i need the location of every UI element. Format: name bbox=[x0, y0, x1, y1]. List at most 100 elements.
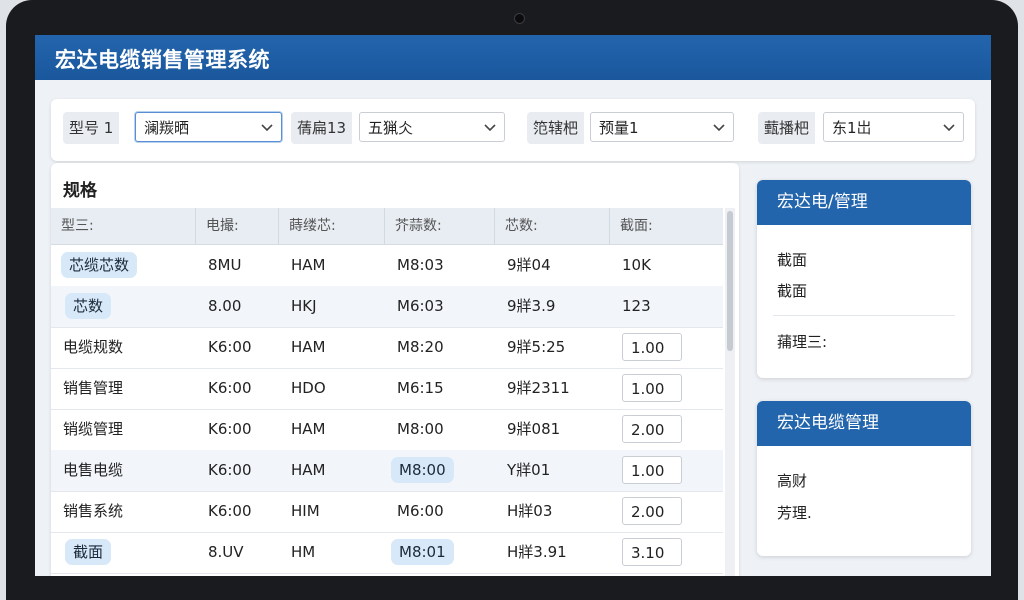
table-row[interactable]: 销缆管理 K6:00 HAM M8:00 9牂081 2.00 bbox=[51, 409, 723, 451]
cell: H牂03 bbox=[507, 502, 553, 520]
side-panel-1: 宏达电/管理 截面 截面 蒱理三: bbox=[757, 180, 971, 378]
cell: 8.UV bbox=[208, 543, 244, 561]
filter-label: 型号 1 bbox=[63, 112, 120, 144]
cell: HKJ bbox=[291, 297, 317, 315]
cell: M8:01 bbox=[385, 532, 454, 573]
cell: HAM bbox=[291, 256, 326, 274]
cell: M8:00 bbox=[385, 450, 454, 491]
cell: 9牂081 bbox=[507, 420, 561, 438]
cell-model: 电售电缆 bbox=[63, 461, 124, 479]
table-row[interactable]: 电售电缆 K6:00 HAM M8:00 Y牂01 1.00 bbox=[51, 450, 723, 492]
cell: H牂3.91 bbox=[507, 543, 567, 561]
title-bar: 宏达电缆销售管理系统 bbox=[35, 35, 991, 80]
cell: 8.00 bbox=[208, 297, 242, 315]
cell-input: 2.00 bbox=[610, 491, 682, 532]
section-input[interactable]: 2.00 bbox=[622, 497, 682, 525]
column-header[interactable]: 电撮: bbox=[196, 208, 279, 244]
cell: M6:00 bbox=[397, 502, 444, 520]
chevron-down-icon bbox=[713, 124, 725, 132]
spec-table-card: 规格 型三: 电撮: 蒔缕芯: 芥蒜数: 芯数: 截面: 芯缆芯数 8MU HA… bbox=[51, 163, 739, 576]
filter-label: 蒨扁13 bbox=[291, 112, 353, 144]
cell-model: 销缆管理 bbox=[63, 420, 124, 438]
side-panel-2: 宏达电缆管理 高财 芳理. bbox=[757, 401, 971, 556]
cell-model: 销售管理 bbox=[63, 379, 124, 397]
cell: M6:15 bbox=[397, 379, 444, 397]
table-row[interactable]: 电缆规数 K6:00 HAM M8:20 9牂5:25 1.00 bbox=[51, 327, 723, 369]
cell: 8MU bbox=[208, 256, 242, 274]
filter-model: 型号 1 澜羰晒 bbox=[63, 112, 286, 144]
divider bbox=[773, 315, 955, 316]
scrollbar-thumb[interactable] bbox=[727, 211, 733, 351]
filter-bar: 型号 1 澜羰晒 蒨扁13 五猟仌 笵辖杷 预量1 薽播杷 东1岀 bbox=[51, 99, 975, 161]
cell: K6:00 bbox=[208, 502, 252, 520]
chevron-down-icon bbox=[261, 124, 273, 132]
cell: 9牂2311 bbox=[507, 379, 570, 397]
cell: M8:03 bbox=[397, 256, 444, 274]
model-tag: 芯数 bbox=[65, 293, 112, 319]
cell: M8:00 bbox=[397, 420, 444, 438]
cell-input: 3.10 bbox=[610, 532, 682, 573]
section-input[interactable]: 1.00 bbox=[622, 374, 682, 402]
table-row[interactable]: 销售管理 K6:00 HDO M6:15 9牂2311 1.00 bbox=[51, 368, 723, 410]
panel-item[interactable]: 蒱理三: bbox=[777, 331, 827, 352]
section-input[interactable]: 1.00 bbox=[622, 333, 682, 361]
value-tag: M8:01 bbox=[391, 539, 454, 565]
cell: HM bbox=[291, 543, 316, 561]
cell-input: 1.00 bbox=[610, 327, 682, 368]
cell: K6:00 bbox=[208, 379, 252, 397]
model-tag: 截面 bbox=[65, 539, 112, 565]
cell-model: 电缆规数 bbox=[63, 338, 124, 356]
section-input[interactable]: 3.10 bbox=[622, 538, 682, 566]
cell-input: 1.00 bbox=[610, 450, 682, 491]
section-input[interactable]: 2.00 bbox=[622, 415, 682, 443]
panel-item[interactable]: 高财 bbox=[777, 470, 807, 491]
filter-4: 薽播杷 东1岀 bbox=[758, 112, 964, 144]
table-title: 规格 bbox=[63, 181, 97, 201]
cell: K6:00 bbox=[208, 338, 252, 356]
filter-3-select[interactable]: 预量1 bbox=[590, 112, 734, 142]
table-row[interactable]: 销售系统 K6:00 HIM M6:00 H牂03 2.00 bbox=[51, 491, 723, 533]
cell: HIM bbox=[291, 502, 320, 520]
cell: K6:00 bbox=[208, 420, 252, 438]
panel-item[interactable]: 截面 bbox=[777, 249, 807, 270]
cell: K6:00 bbox=[208, 461, 252, 479]
table-header: 型三: 电撮: 蒔缕芯: 芥蒜数: 芯数: 截面: bbox=[51, 208, 723, 245]
table-row[interactable]: 芯数 8.00 HKJ M6:03 9牂3.9 123 bbox=[51, 286, 723, 328]
model-select[interactable]: 澜羰晒 bbox=[135, 112, 282, 142]
panel-item[interactable]: 芳理. bbox=[777, 502, 812, 523]
cell: 123 bbox=[622, 297, 651, 315]
cell: HDO bbox=[291, 379, 326, 397]
app-window: 宏达电缆销售管理系统 型号 1 澜羰晒 蒨扁13 五猟仌 笵辖杷 预量1 薽播杷 bbox=[35, 35, 991, 576]
section-input[interactable]: 1.00 bbox=[622, 456, 682, 484]
cell-input: 2.00 bbox=[610, 409, 682, 450]
table-row[interactable]: 截面 8.UV HM M8:01 H牂3.91 3.10 bbox=[51, 532, 723, 574]
filter-4-select[interactable]: 东1岀 bbox=[823, 112, 964, 142]
column-header[interactable]: 截面: bbox=[610, 208, 723, 244]
cell: M6:03 bbox=[397, 297, 444, 315]
filter-label: 笵辖杷 bbox=[527, 112, 585, 144]
cell: HAM bbox=[291, 420, 326, 438]
cell: 10K bbox=[622, 256, 651, 274]
column-header[interactable]: 芥蒜数: bbox=[385, 208, 495, 244]
filter-label: 薽播杷 bbox=[758, 112, 816, 144]
filter-2: 蒨扁13 五猟仌 bbox=[291, 112, 505, 144]
column-header[interactable]: 型三: bbox=[51, 208, 196, 244]
table-row[interactable]: 芯缆芯数 8MU HAM M8:03 9牂04 10K bbox=[51, 245, 723, 287]
select-value: 五猟仌 bbox=[368, 119, 414, 137]
cell: HAM bbox=[291, 461, 326, 479]
cell-input: 1.00 bbox=[610, 368, 682, 409]
select-value: 东1岀 bbox=[832, 119, 872, 137]
column-header[interactable]: 芯数: bbox=[495, 208, 610, 244]
cell-model: 销售系统 bbox=[63, 502, 124, 520]
cell-model: 芯数 bbox=[51, 286, 112, 327]
cell: HAM bbox=[291, 338, 326, 356]
column-header[interactable]: 蒔缕芯: bbox=[279, 208, 385, 244]
filter-2-select[interactable]: 五猟仌 bbox=[359, 112, 505, 142]
chevron-down-icon bbox=[943, 124, 955, 132]
webcam-icon bbox=[514, 13, 525, 24]
panel-item[interactable]: 截面 bbox=[777, 280, 807, 301]
value-tag: M8:00 bbox=[391, 457, 454, 483]
cell: 9牂3.9 bbox=[507, 297, 556, 315]
cell-model: 芯缆芯数 bbox=[51, 245, 138, 286]
app-title: 宏达电缆销售管理系统 bbox=[55, 48, 270, 72]
